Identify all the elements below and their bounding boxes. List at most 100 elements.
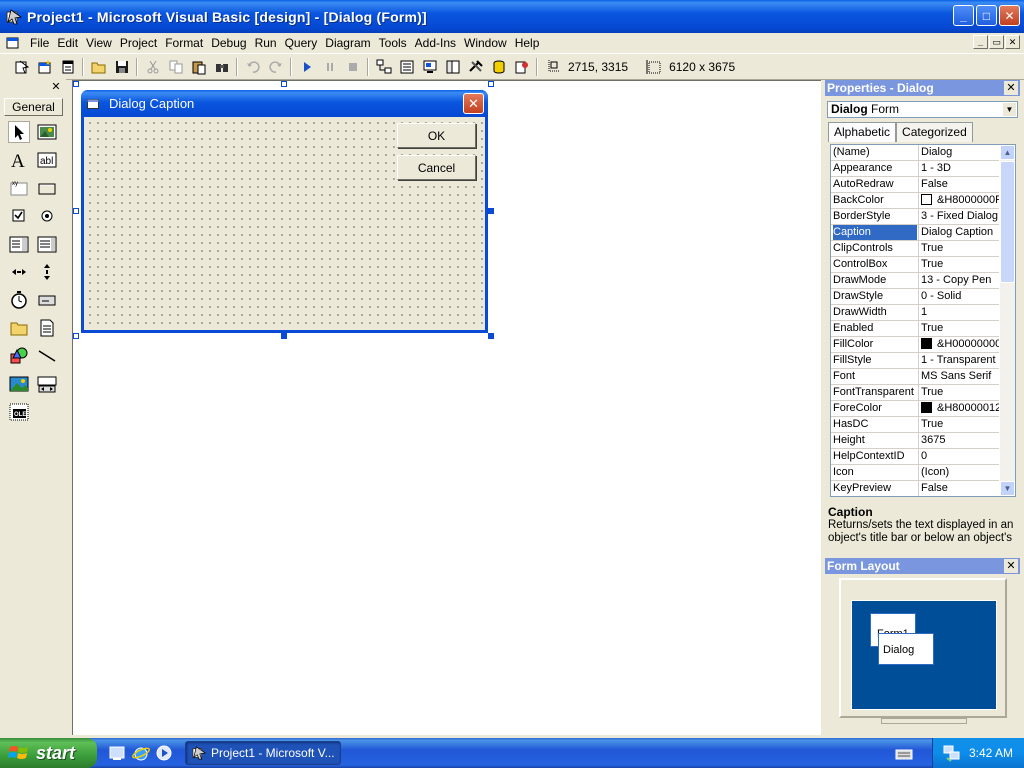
dialog-design-surface[interactable]: OK Cancel (84, 117, 485, 330)
property-name[interactable]: Enabled (833, 321, 917, 336)
property-value[interactable]: True (918, 385, 999, 400)
resize-handle-top-right[interactable] (488, 81, 494, 87)
filelistbox-tool[interactable] (36, 317, 58, 339)
property-name[interactable]: KeyPreview (833, 481, 917, 496)
resize-handle-top[interactable] (281, 81, 287, 87)
cancel-button[interactable]: Cancel (397, 155, 476, 180)
form-layout-button[interactable] (418, 56, 441, 78)
property-name[interactable]: DrawWidth (833, 305, 917, 320)
minimize-button[interactable]: _ (953, 5, 974, 26)
property-row[interactable]: Appearance 1 - 3D (831, 161, 999, 177)
property-row[interactable]: ControlBox True (831, 257, 999, 273)
property-name[interactable]: Caption (833, 225, 917, 240)
property-name[interactable]: DrawMode (833, 273, 917, 288)
property-value[interactable]: 1 - 3D (918, 161, 999, 176)
property-row[interactable]: HasDC True (831, 417, 999, 433)
property-value[interactable]: MS Sans Serif (918, 369, 999, 384)
menu-edit[interactable]: Edit (53, 36, 82, 50)
property-name[interactable]: ControlBox (833, 257, 917, 272)
mdi-close-button[interactable]: ✕ (1005, 35, 1020, 49)
combobox-tool[interactable] (8, 233, 30, 255)
tab-alphabetic[interactable]: Alphabetic (828, 122, 897, 142)
paste-button[interactable] (187, 56, 210, 78)
property-value[interactable]: (Icon) (918, 465, 999, 480)
property-name[interactable]: FillColor (833, 337, 917, 352)
menu-debug[interactable]: Debug (207, 36, 250, 50)
timer-tool[interactable] (8, 289, 30, 311)
property-name[interactable]: ForeColor (833, 401, 917, 416)
vscrollbar-tool[interactable] (36, 261, 58, 283)
property-value[interactable]: &H80000012 (918, 401, 999, 416)
property-name[interactable]: FontTransparent (833, 385, 917, 400)
find-button[interactable] (210, 56, 233, 78)
toolbox-close-icon[interactable]: ✕ (50, 81, 62, 93)
resize-handle-top-left[interactable] (73, 81, 79, 87)
dialog-title-bar[interactable]: Dialog Caption ✕ (81, 90, 488, 117)
component-manager-button[interactable] (510, 56, 533, 78)
undo-button[interactable] (241, 56, 264, 78)
property-value[interactable]: Dialog Caption (918, 225, 999, 240)
title-bar[interactable]: Project1 - Microsoft Visual Basic [desig… (0, 0, 1024, 33)
resize-handle-bottom-right[interactable] (488, 333, 494, 339)
property-value[interactable]: 1 (918, 305, 999, 320)
data-view-button[interactable] (487, 56, 510, 78)
property-name[interactable]: FillStyle (833, 353, 917, 368)
property-value[interactable]: 13 - Copy Pen (918, 273, 999, 288)
listbox-tool[interactable] (36, 233, 58, 255)
property-row[interactable]: AutoRedraw False (831, 177, 999, 193)
property-row[interactable]: (Name) Dialog (831, 145, 999, 161)
property-row[interactable]: Font MS Sans Serif (831, 369, 999, 385)
toolbox-button[interactable] (464, 56, 487, 78)
resize-handle-right[interactable] (488, 208, 494, 214)
picturebox-tool[interactable] (36, 121, 58, 143)
redo-button[interactable] (264, 56, 287, 78)
start-button[interactable]: start (0, 738, 97, 768)
toolbox-general-tab[interactable]: General (4, 98, 63, 116)
copy-button[interactable] (164, 56, 187, 78)
internet-explorer-icon[interactable] (132, 744, 150, 762)
end-button[interactable] (341, 56, 364, 78)
property-row[interactable]: Enabled True (831, 321, 999, 337)
property-value[interactable]: True (918, 241, 999, 256)
property-value[interactable]: False (918, 481, 999, 496)
property-row[interactable]: BackColor &H8000000F (831, 193, 999, 209)
media-player-icon[interactable] (155, 744, 173, 762)
textbox-tool[interactable]: abl (36, 149, 58, 171)
property-name[interactable]: ClipControls (833, 241, 917, 256)
close-button[interactable]: ✕ (999, 5, 1020, 26)
scroll-down-icon[interactable]: ▼ (1000, 481, 1015, 496)
add-form-button[interactable] (33, 56, 56, 78)
properties-close-icon[interactable]: ✕ (1004, 81, 1018, 95)
property-name[interactable]: BackColor (833, 193, 917, 208)
property-value[interactable]: False (918, 177, 999, 192)
property-name[interactable]: BorderStyle (833, 209, 917, 224)
cut-button[interactable] (141, 56, 164, 78)
checkbox-tool[interactable] (8, 205, 30, 227)
property-row[interactable]: BorderStyle 3 - Fixed Dialog (831, 209, 999, 225)
menu-query[interactable]: Query (281, 36, 322, 50)
image-tool[interactable] (8, 373, 30, 395)
property-value[interactable]: 3675 (918, 433, 999, 448)
form-layout-close-icon[interactable]: ✕ (1004, 559, 1018, 573)
property-name[interactable]: Appearance (833, 161, 917, 176)
property-name[interactable]: AutoRedraw (833, 177, 917, 192)
property-row[interactable]: ForeColor &H80000012 (831, 401, 999, 417)
keyboard-icon[interactable] (895, 745, 913, 763)
object-browser-button[interactable] (441, 56, 464, 78)
add-project-button[interactable] (10, 56, 33, 78)
property-value[interactable]: True (918, 321, 999, 336)
menu-tools[interactable]: Tools (375, 36, 411, 50)
form-system-menu-icon[interactable] (6, 36, 20, 50)
tab-categorized[interactable]: Categorized (896, 122, 973, 142)
data-tool[interactable] (36, 373, 58, 395)
property-value[interactable]: 1 - Transparent (918, 353, 999, 368)
dialog-form-designer[interactable]: Dialog Caption ✕ OK Cancel (81, 90, 488, 333)
maximize-button[interactable]: □ (976, 5, 997, 26)
scroll-thumb[interactable] (1000, 161, 1015, 283)
menu-view[interactable]: View (82, 36, 116, 50)
property-name[interactable]: HelpContextID (833, 449, 917, 464)
dialog-close-button[interactable]: ✕ (463, 93, 484, 114)
menu-window[interactable]: Window (460, 36, 511, 50)
menu-add-ins[interactable]: Add-Ins (411, 36, 460, 50)
pointer-tool[interactable] (8, 121, 30, 143)
